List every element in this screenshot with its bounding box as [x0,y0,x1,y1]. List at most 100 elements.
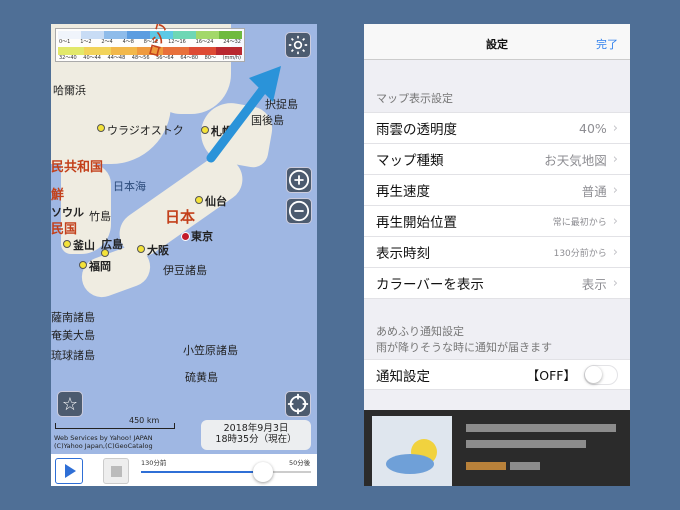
chevron-right-icon: › [612,275,618,291]
settings-row[interactable]: マップ種類 お天気地図 › [364,144,630,175]
ad-text-blur-4 [510,462,540,470]
map-label-korea-n: 鮮 [51,188,65,203]
notify-setting-row[interactable]: 通知設定 【OFF】 [364,359,630,390]
settings-row-value: 表示 [581,276,607,292]
map-label-harbin: 哈爾浜 [53,84,86,97]
legend-label: 64〜80 [180,55,199,61]
legend-unit: (mm/h) [222,55,242,61]
legend-swatch [110,47,137,55]
settings-row-label: カラーバーを表示 [376,277,484,293]
star-icon: ☆ [61,393,79,415]
chevron-right-icon: › [612,182,618,198]
playback-bar: 130分前 50分後 [51,454,317,486]
ad-text-blur-1 [466,424,616,432]
legend-swatch [58,47,85,55]
slider-start-label: 130分前 [141,459,167,467]
legend-swatch [84,47,111,55]
notify-setting-label: 通知設定 [376,368,430,385]
settings-row[interactable]: 再生速度 普通 › [364,175,630,206]
plus-circle-icon [288,169,310,191]
legend-label: 1〜2 [80,39,92,45]
settings-row-value: お天気地図 [544,152,607,168]
chevron-right-icon: › [612,120,618,136]
legend-label: 0〜1 [59,39,71,45]
favorite-button[interactable]: ☆ [57,391,83,417]
map-label-sea-of-japan: 日本海 [113,180,146,193]
stop-button[interactable] [103,458,129,484]
weather-app-ad-image [372,416,452,486]
map-label-ryukyu: 琉球諸島 [51,349,95,362]
map-label-amami: 奄美大島 [51,329,95,342]
legend-swatch [104,31,127,39]
legend-swatch [163,47,190,55]
done-button[interactable]: 完了 [596,36,618,52]
map-label-japan: 日本 [165,208,196,226]
settings-row-value: 40% [579,120,607,136]
legend-label: 16〜24 [195,39,214,45]
legend-label: 24〜32 [223,39,241,45]
notify-toggle[interactable] [584,364,618,385]
ad-text-blur-2 [466,440,586,448]
city-dot-osaka [137,245,145,253]
current-location-button[interactable] [285,391,311,417]
map-label-osaka: 大阪 [147,244,169,257]
legend-label: 80〜 [204,55,216,61]
settings-row[interactable]: 雨雲の透明度 40% › [364,113,630,144]
time-slider-track[interactable] [141,471,311,473]
city-dot-fukuoka [79,261,87,269]
zoom-in-button[interactable] [286,167,312,193]
map-label-sendai: 仙台 [205,195,227,208]
legend-swatch [215,47,242,55]
settings-screen: 設定 完了 マップ表示設定 雨雲の透明度 40% › マップ種類 お天気地図 › 再生速度 普… [364,24,630,486]
settings-row[interactable]: カラーバーを表示 表示 › [364,268,630,299]
notify-setting-value: 【OFF】 [526,368,576,383]
settings-row[interactable]: 表示時刻 130分前から › [364,237,630,268]
map-label-izu: 伊豆諸島 [163,264,207,277]
settings-button[interactable] [285,32,311,58]
play-button[interactable] [55,458,83,484]
settings-row-value: 常に最初から [552,217,607,228]
datetime-box: 2018年9月3日 18時35分（現在） [201,420,311,450]
legend-label: 40〜44 [83,55,101,61]
section-header-map: マップ表示設定 [376,92,453,105]
map-label-takeshima: 竹島 [89,210,111,223]
settings-row-label: 再生速度 [376,184,430,200]
city-dot-vladivostok [97,124,105,132]
map-label-fukuoka: 福岡 [89,260,111,273]
chevron-right-icon: › [612,151,618,167]
chevron-right-icon: › [612,244,618,260]
legend-swatch [196,31,219,39]
map-label-vladivostok: ウラジオストク [107,124,184,137]
time-slider-knob[interactable] [253,462,274,482]
date-text: 2018年9月3日 [223,423,289,434]
legend-swatch [189,47,216,55]
map-label-ogasawara: 小笠原諸島 [183,344,238,357]
section-header-notify: あめふり通知設定 [376,325,464,338]
cloud-sun-icon [386,439,437,474]
annotation-arrow [206,66,281,163]
page-title: 設定 [486,38,508,51]
map-label-busan: 釜山 [73,239,95,252]
settings-row-label: マップ種類 [376,153,444,169]
map-label-tokyo: 東京 [191,230,213,243]
settings-row-value: 普通 [581,183,607,199]
settings-row[interactable]: 再生開始位置 常に最初から › [364,206,630,237]
navigation-bar: 設定 完了 [364,24,630,60]
legend-label: 2〜4 [101,39,113,45]
ad-banner[interactable] [364,410,630,486]
legend-label: 48〜56 [131,55,150,61]
map-scale-label: 450 km [129,416,160,425]
time-slider-fill [141,471,264,473]
map-label-iwo: 硫黄島 [185,371,218,384]
zoom-out-button[interactable] [286,198,312,224]
gear-icon [288,35,308,55]
map-screen: 0〜1 1〜2 2〜4 4〜8 8〜12 12〜16 16〜24 24〜32 32〜40 40〜… [51,24,317,486]
legend-label: 12〜16 [168,39,186,45]
ad-text-blur-3 [466,462,506,470]
legend-label: 32〜40 [59,55,77,61]
settings-row-label: 再生開始位置 [376,215,457,231]
legend-label: 4〜8 [122,39,134,45]
city-dot-sendai [195,196,203,204]
settings-row-label: 表示時刻 [376,246,430,262]
credit-line-1: Web Services by Yahoo! JAPAN [54,434,153,442]
